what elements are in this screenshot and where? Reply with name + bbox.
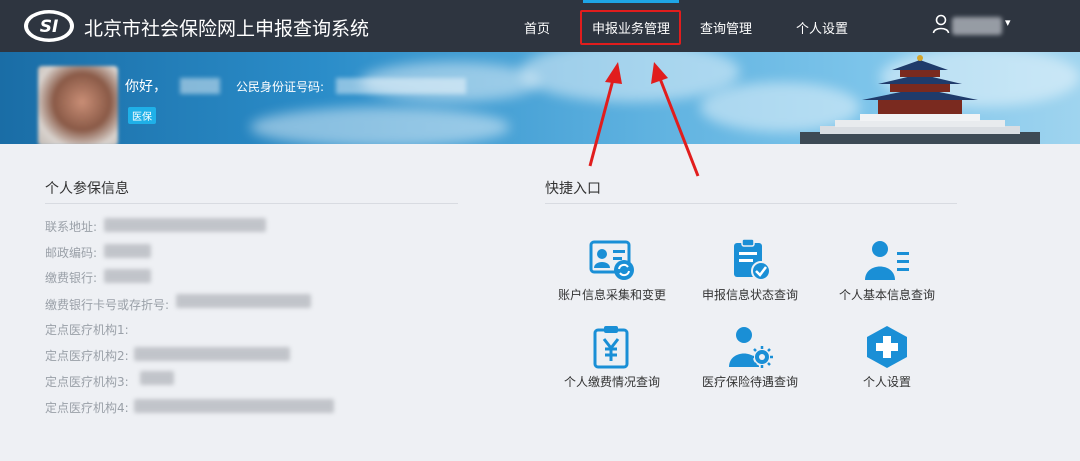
bank-account-label: 缴费银行卡号或存折号: xyxy=(45,298,170,312)
nav-home[interactable]: 首页 xyxy=(524,18,550,37)
id-number-redacted xyxy=(336,78,466,94)
quick-entry-title: 快捷入口 xyxy=(545,181,601,197)
postcode-label: 邮政编码: xyxy=(45,246,98,260)
quick-entry-account-info[interactable]: 账户信息采集和变更 xyxy=(542,238,682,308)
id-card-sync-icon xyxy=(589,240,634,280)
nav-active-indicator xyxy=(583,0,679,3)
quick-entry-personal-settings[interactable]: 个人设置 xyxy=(817,325,957,395)
clinic-2-label: 定点医疗机构2: xyxy=(45,349,129,363)
quick-entry-label: 个人基本信息查询 xyxy=(838,288,935,302)
clinic-4-label: 定点医疗机构4: xyxy=(45,401,129,415)
quick-entry-divider xyxy=(545,203,957,204)
chevron-down-icon: ▾ xyxy=(1005,16,1011,29)
insurance-badge: 医保 xyxy=(128,107,156,124)
personal-info-title: 个人参保信息 xyxy=(45,181,129,197)
quick-entry-label: 个人设置 xyxy=(862,375,911,389)
clinic-4-value-redacted xyxy=(134,399,334,413)
user-menu[interactable]: ▾ xyxy=(932,14,1022,38)
quick-entry-label: 个人缴费情况查询 xyxy=(563,375,660,389)
quick-entry-label: 账户信息采集和变更 xyxy=(557,288,666,302)
clinic-3-label: 定点医疗机构3: xyxy=(45,375,129,389)
person-list-icon xyxy=(865,241,909,280)
address-value-redacted xyxy=(104,218,266,232)
clipboard-yen-icon xyxy=(593,326,629,369)
greeting-text: 你好， xyxy=(125,79,167,95)
nav-highlight-box xyxy=(580,10,681,45)
temple-of-heaven-image xyxy=(800,55,1040,144)
avatar xyxy=(38,66,118,144)
nav-query-management[interactable]: 查询管理 xyxy=(700,18,752,37)
app-title: 北京市社会保险网上申报查询系统 xyxy=(84,18,370,40)
svg-text:SI: SI xyxy=(40,17,59,37)
quick-entry-label: 申报信息状态查询 xyxy=(701,288,798,302)
clinic-1-label: 定点医疗机构1: xyxy=(45,323,129,337)
bank-account-value-redacted xyxy=(176,294,311,308)
quick-entry-medical-benefits[interactable]: 医疗保险待遇查询 xyxy=(680,325,820,395)
profile-banner: 你好， 公民身份证号码: 医保 xyxy=(0,52,1080,144)
plus-circle-icon xyxy=(867,326,907,368)
clinic-2-value-redacted xyxy=(134,347,290,361)
person-gear-icon xyxy=(729,327,773,368)
quick-entry-payment-query[interactable]: 个人缴费情况查询 xyxy=(542,325,682,395)
id-number-label: 公民身份证号码: xyxy=(236,80,325,94)
clinic-3-value-redacted xyxy=(140,371,174,385)
user-icon xyxy=(932,14,950,34)
top-bar: SI 北京市社会保险网上申报查询系统 首页 申报业务管理 查询管理 个人设置 ▾ xyxy=(0,0,1080,52)
si-logo: SI xyxy=(24,10,74,42)
user-name-redacted xyxy=(952,17,1002,35)
quick-entry-personal-basic-info[interactable]: 个人基本信息查询 xyxy=(817,238,957,308)
personal-info-divider xyxy=(45,203,458,204)
postcode-value-redacted xyxy=(104,244,151,258)
clipboard-check-icon xyxy=(734,238,771,281)
nav-personal-settings[interactable]: 个人设置 xyxy=(796,18,848,37)
bank-label: 缴费银行: xyxy=(45,271,98,285)
bank-value-redacted xyxy=(104,269,151,283)
quick-entry-label: 医疗保险待遇查询 xyxy=(701,375,798,389)
address-label: 联系地址: xyxy=(45,220,98,234)
user-name-redacted xyxy=(180,78,220,94)
quick-entry-declaration-status[interactable]: 申报信息状态查询 xyxy=(680,238,820,308)
